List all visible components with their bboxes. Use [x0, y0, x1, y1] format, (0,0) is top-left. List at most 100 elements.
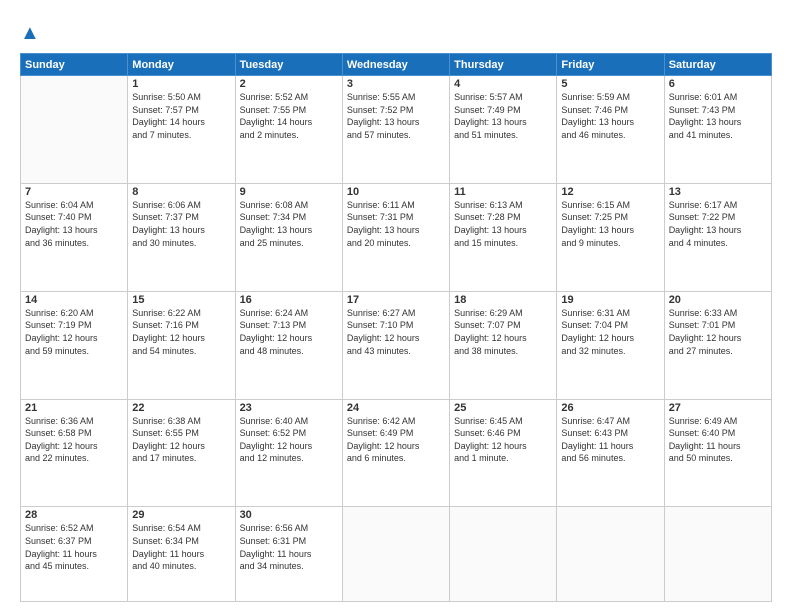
- day-info: Sunrise: 6:13 AM Sunset: 7:28 PM Dayligh…: [454, 199, 552, 249]
- day-info: Sunrise: 6:11 AM Sunset: 7:31 PM Dayligh…: [347, 199, 445, 249]
- day-info: Sunrise: 6:45 AM Sunset: 6:46 PM Dayligh…: [454, 415, 552, 465]
- day-number: 21: [25, 402, 123, 414]
- day-info: Sunrise: 6:38 AM Sunset: 6:55 PM Dayligh…: [132, 415, 230, 465]
- day-number: 29: [132, 509, 230, 521]
- day-info: Sunrise: 6:01 AM Sunset: 7:43 PM Dayligh…: [669, 91, 767, 141]
- calendar-cell: 27Sunrise: 6:49 AM Sunset: 6:40 PM Dayli…: [664, 399, 771, 507]
- day-info: Sunrise: 5:52 AM Sunset: 7:55 PM Dayligh…: [240, 91, 338, 141]
- day-info: Sunrise: 6:27 AM Sunset: 7:10 PM Dayligh…: [347, 307, 445, 357]
- day-info: Sunrise: 6:04 AM Sunset: 7:40 PM Dayligh…: [25, 199, 123, 249]
- calendar-cell: 9Sunrise: 6:08 AM Sunset: 7:34 PM Daylig…: [235, 183, 342, 291]
- calendar-cell: [342, 507, 449, 602]
- day-info: Sunrise: 6:42 AM Sunset: 6:49 PM Dayligh…: [347, 415, 445, 465]
- day-number: 9: [240, 186, 338, 198]
- day-number: 4: [454, 78, 552, 90]
- day-info: Sunrise: 5:50 AM Sunset: 7:57 PM Dayligh…: [132, 91, 230, 141]
- week-row-3: 14Sunrise: 6:20 AM Sunset: 7:19 PM Dayli…: [21, 291, 772, 399]
- day-number: 27: [669, 402, 767, 414]
- day-number: 26: [561, 402, 659, 414]
- day-number: 18: [454, 294, 552, 306]
- day-info: Sunrise: 6:24 AM Sunset: 7:13 PM Dayligh…: [240, 307, 338, 357]
- calendar-cell: 22Sunrise: 6:38 AM Sunset: 6:55 PM Dayli…: [128, 399, 235, 507]
- day-info: Sunrise: 5:59 AM Sunset: 7:46 PM Dayligh…: [561, 91, 659, 141]
- calendar-cell: 20Sunrise: 6:33 AM Sunset: 7:01 PM Dayli…: [664, 291, 771, 399]
- day-number: 15: [132, 294, 230, 306]
- calendar-cell: 6Sunrise: 6:01 AM Sunset: 7:43 PM Daylig…: [664, 76, 771, 184]
- day-number: 22: [132, 402, 230, 414]
- calendar-cell: 18Sunrise: 6:29 AM Sunset: 7:07 PM Dayli…: [450, 291, 557, 399]
- day-number: 2: [240, 78, 338, 90]
- day-info: Sunrise: 6:31 AM Sunset: 7:04 PM Dayligh…: [561, 307, 659, 357]
- weekday-header-friday: Friday: [557, 54, 664, 76]
- week-row-1: 1Sunrise: 5:50 AM Sunset: 7:57 PM Daylig…: [21, 76, 772, 184]
- calendar-cell: 21Sunrise: 6:36 AM Sunset: 6:58 PM Dayli…: [21, 399, 128, 507]
- day-info: Sunrise: 6:56 AM Sunset: 6:31 PM Dayligh…: [240, 522, 338, 572]
- calendar-cell: 7Sunrise: 6:04 AM Sunset: 7:40 PM Daylig…: [21, 183, 128, 291]
- day-info: Sunrise: 6:40 AM Sunset: 6:52 PM Dayligh…: [240, 415, 338, 465]
- calendar-cell: 11Sunrise: 6:13 AM Sunset: 7:28 PM Dayli…: [450, 183, 557, 291]
- day-number: 20: [669, 294, 767, 306]
- weekday-header-monday: Monday: [128, 54, 235, 76]
- calendar-cell: 8Sunrise: 6:06 AM Sunset: 7:37 PM Daylig…: [128, 183, 235, 291]
- day-number: 13: [669, 186, 767, 198]
- calendar-cell: [664, 507, 771, 602]
- calendar-cell: 10Sunrise: 6:11 AM Sunset: 7:31 PM Dayli…: [342, 183, 449, 291]
- calendar-cell: 12Sunrise: 6:15 AM Sunset: 7:25 PM Dayli…: [557, 183, 664, 291]
- calendar-cell: 19Sunrise: 6:31 AM Sunset: 7:04 PM Dayli…: [557, 291, 664, 399]
- calendar-cell: [450, 507, 557, 602]
- day-info: Sunrise: 6:49 AM Sunset: 6:40 PM Dayligh…: [669, 415, 767, 465]
- day-number: 24: [347, 402, 445, 414]
- day-info: Sunrise: 5:55 AM Sunset: 7:52 PM Dayligh…: [347, 91, 445, 141]
- week-row-4: 21Sunrise: 6:36 AM Sunset: 6:58 PM Dayli…: [21, 399, 772, 507]
- calendar-cell: [21, 76, 128, 184]
- calendar-cell: 25Sunrise: 6:45 AM Sunset: 6:46 PM Dayli…: [450, 399, 557, 507]
- calendar-cell: 4Sunrise: 5:57 AM Sunset: 7:49 PM Daylig…: [450, 76, 557, 184]
- calendar-cell: 23Sunrise: 6:40 AM Sunset: 6:52 PM Dayli…: [235, 399, 342, 507]
- calendar-cell: 5Sunrise: 5:59 AM Sunset: 7:46 PM Daylig…: [557, 76, 664, 184]
- weekday-header-row: SundayMondayTuesdayWednesdayThursdayFrid…: [21, 54, 772, 76]
- day-number: 10: [347, 186, 445, 198]
- calendar-cell: 3Sunrise: 5:55 AM Sunset: 7:52 PM Daylig…: [342, 76, 449, 184]
- calendar-cell: 13Sunrise: 6:17 AM Sunset: 7:22 PM Dayli…: [664, 183, 771, 291]
- day-number: 19: [561, 294, 659, 306]
- day-number: 6: [669, 78, 767, 90]
- day-number: 5: [561, 78, 659, 90]
- day-number: 8: [132, 186, 230, 198]
- day-number: 11: [454, 186, 552, 198]
- day-number: 3: [347, 78, 445, 90]
- calendar-cell: 15Sunrise: 6:22 AM Sunset: 7:16 PM Dayli…: [128, 291, 235, 399]
- calendar-cell: 24Sunrise: 6:42 AM Sunset: 6:49 PM Dayli…: [342, 399, 449, 507]
- calendar-cell: 17Sunrise: 6:27 AM Sunset: 7:10 PM Dayli…: [342, 291, 449, 399]
- day-number: 30: [240, 509, 338, 521]
- week-row-2: 7Sunrise: 6:04 AM Sunset: 7:40 PM Daylig…: [21, 183, 772, 291]
- calendar-table: SundayMondayTuesdayWednesdayThursdayFrid…: [20, 53, 772, 602]
- header: ▲: [20, 18, 772, 45]
- calendar-cell: 1Sunrise: 5:50 AM Sunset: 7:57 PM Daylig…: [128, 76, 235, 184]
- calendar-cell: 29Sunrise: 6:54 AM Sunset: 6:34 PM Dayli…: [128, 507, 235, 602]
- weekday-header-wednesday: Wednesday: [342, 54, 449, 76]
- day-number: 23: [240, 402, 338, 414]
- day-number: 25: [454, 402, 552, 414]
- day-info: Sunrise: 5:57 AM Sunset: 7:49 PM Dayligh…: [454, 91, 552, 141]
- weekday-header-saturday: Saturday: [664, 54, 771, 76]
- day-info: Sunrise: 6:36 AM Sunset: 6:58 PM Dayligh…: [25, 415, 123, 465]
- day-number: 17: [347, 294, 445, 306]
- weekday-header-sunday: Sunday: [21, 54, 128, 76]
- logo: ▲: [20, 22, 40, 45]
- day-info: Sunrise: 6:06 AM Sunset: 7:37 PM Dayligh…: [132, 199, 230, 249]
- calendar-cell: [557, 507, 664, 602]
- weekday-header-tuesday: Tuesday: [235, 54, 342, 76]
- calendar-cell: 30Sunrise: 6:56 AM Sunset: 6:31 PM Dayli…: [235, 507, 342, 602]
- day-info: Sunrise: 6:33 AM Sunset: 7:01 PM Dayligh…: [669, 307, 767, 357]
- day-number: 14: [25, 294, 123, 306]
- day-number: 1: [132, 78, 230, 90]
- day-number: 7: [25, 186, 123, 198]
- day-info: Sunrise: 6:47 AM Sunset: 6:43 PM Dayligh…: [561, 415, 659, 465]
- day-number: 12: [561, 186, 659, 198]
- calendar-cell: 2Sunrise: 5:52 AM Sunset: 7:55 PM Daylig…: [235, 76, 342, 184]
- day-info: Sunrise: 6:20 AM Sunset: 7:19 PM Dayligh…: [25, 307, 123, 357]
- week-row-5: 28Sunrise: 6:52 AM Sunset: 6:37 PM Dayli…: [21, 507, 772, 602]
- day-info: Sunrise: 6:22 AM Sunset: 7:16 PM Dayligh…: [132, 307, 230, 357]
- day-info: Sunrise: 6:29 AM Sunset: 7:07 PM Dayligh…: [454, 307, 552, 357]
- day-number: 16: [240, 294, 338, 306]
